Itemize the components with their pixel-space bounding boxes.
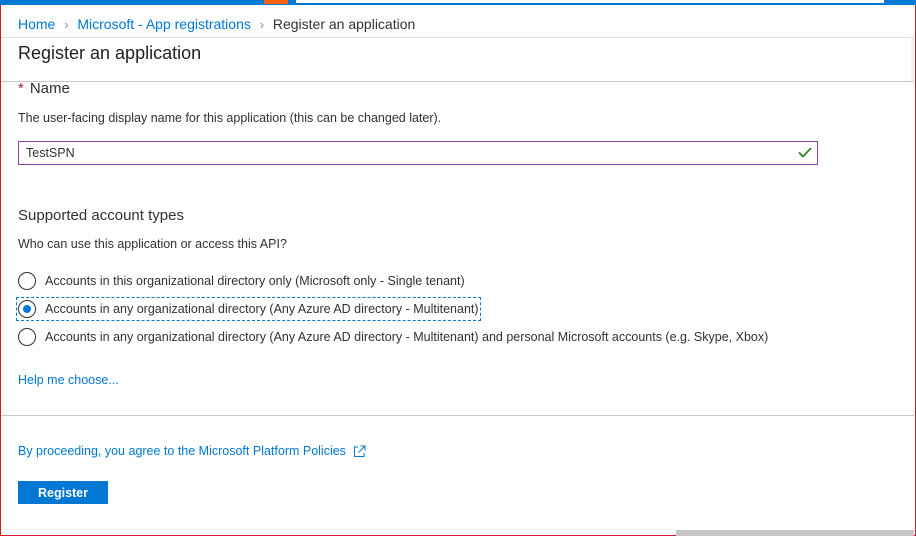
- footer-divider: [1, 415, 914, 416]
- external-link-icon: [353, 445, 366, 457]
- radio-option-multitenant[interactable]: Accounts in any organizational directory…: [16, 297, 481, 321]
- breadcrumb: Home › Microsoft - App registrations › R…: [18, 15, 415, 33]
- chevron-right-icon: ›: [259, 16, 265, 32]
- global-search-bar[interactable]: [296, 0, 884, 3]
- radio-button[interactable]: [18, 272, 36, 290]
- chevron-right-icon: ›: [64, 16, 69, 32]
- required-indicator: *: [18, 80, 24, 97]
- horizontal-scrollbar[interactable]: [676, 530, 914, 536]
- radio-button[interactable]: [18, 328, 36, 346]
- help-me-choose-link[interactable]: Help me choose...: [18, 373, 119, 387]
- radio-label: Accounts in any organizational directory…: [45, 302, 479, 316]
- platform-policies-link[interactable]: By proceeding, you agree to the Microsof…: [18, 444, 366, 458]
- header-divider: [1, 37, 914, 38]
- name-label: * Name: [18, 80, 70, 97]
- radio-option-single-tenant[interactable]: Accounts in this organizational director…: [18, 271, 465, 291]
- account-types-heading: Supported account types: [18, 207, 184, 224]
- radio-label: Accounts in any organizational directory…: [45, 330, 769, 344]
- register-button[interactable]: Register: [18, 481, 108, 504]
- breadcrumb-app-registrations-link[interactable]: Microsoft - App registrations: [77, 16, 251, 32]
- checkmark-icon: [798, 147, 812, 158]
- notification-indicator: [264, 0, 288, 4]
- radio-label: Accounts in this organizational director…: [45, 274, 465, 288]
- account-types-question: Who can use this application or access t…: [18, 237, 287, 251]
- page-title: Register an application: [18, 43, 202, 63]
- breadcrumb-current: Register an application: [272, 16, 416, 32]
- radio-option-multitenant-personal[interactable]: Accounts in any organizational directory…: [18, 327, 768, 347]
- name-label-text: Name: [29, 80, 70, 97]
- radio-button-selected[interactable]: [18, 300, 36, 318]
- breadcrumb-home-link[interactable]: Home: [18, 16, 55, 32]
- name-description: The user-facing display name for this ap…: [18, 111, 442, 125]
- platform-policies-text: By proceeding, you agree to the Microsof…: [18, 444, 346, 458]
- header-bottom-divider: [1, 81, 914, 82]
- name-input[interactable]: [18, 141, 818, 165]
- vertical-scrollbar[interactable]: [911, 38, 914, 82]
